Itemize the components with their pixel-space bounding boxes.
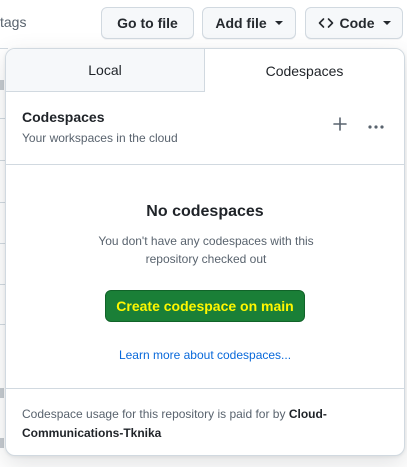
go-to-file-button[interactable]: Go to file — [101, 7, 194, 39]
code-dropdown-panel: Local Codespaces Codespaces Your workspa… — [5, 48, 405, 456]
plus-icon — [333, 116, 347, 136]
billing-text: Codespace usage for this repository is p… — [22, 407, 286, 421]
code-icon — [318, 15, 334, 31]
add-file-button[interactable]: Add file — [202, 7, 296, 39]
new-codespace-button[interactable] — [329, 115, 351, 137]
empty-state-title: No codespaces — [146, 203, 264, 220]
tab-codespaces[interactable]: Codespaces — [205, 49, 404, 92]
add-file-label: Add file — [215, 15, 267, 31]
page: tags Go to file Add file Code Local Code… — [0, 0, 407, 467]
codespaces-options-button[interactable] — [365, 115, 387, 137]
code-button[interactable]: Code — [305, 7, 403, 39]
bg-mark — [0, 80, 4, 90]
tab-bar: Local Codespaces — [6, 49, 404, 92]
divider — [6, 388, 404, 389]
caret-down-icon — [274, 21, 283, 25]
learn-more-link[interactable]: Learn more about codespaces... — [6, 348, 404, 362]
kebab-horizontal-icon — [367, 117, 385, 135]
tags-link[interactable]: tags — [0, 14, 26, 30]
bg-mark — [0, 438, 4, 448]
go-to-file-label: Go to file — [117, 15, 178, 31]
empty-state-description: You don't have any codespaces with this … — [98, 234, 314, 266]
create-codespace-button[interactable]: Create codespace on main — [105, 290, 305, 322]
code-label: Code — [339, 15, 375, 31]
bg-mark — [0, 388, 4, 398]
billing-footer: Codespace usage for this repository is p… — [22, 405, 392, 443]
divider — [6, 164, 404, 165]
tab-local[interactable]: Local — [6, 49, 205, 92]
caret-down-icon — [382, 21, 391, 25]
codespaces-header: Codespaces Your workspaces in the cloud — [22, 109, 388, 153]
